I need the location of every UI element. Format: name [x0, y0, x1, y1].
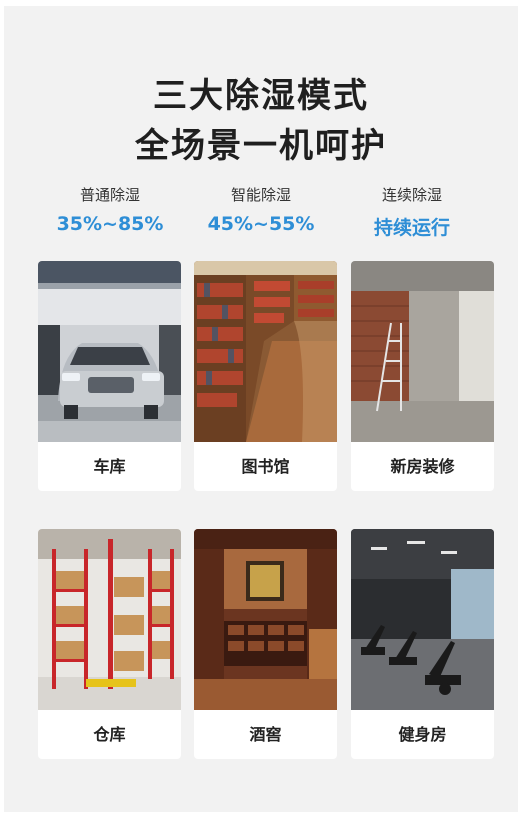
mode-value: 45%~55% — [207, 213, 315, 235]
mode-label: 普通除湿 — [79, 186, 140, 204]
mode-value: 35%~85% — [56, 213, 164, 235]
promo-panel: 三大除湿模式 全场景一机呵护 普通除湿 35%~85% 智能除湿 45%~55%… — [4, 6, 518, 812]
gym-image — [351, 529, 494, 710]
scene-caption: 图书馆 — [241, 457, 290, 476]
scene-card-library: 图书馆 — [194, 261, 337, 491]
library-image — [194, 261, 337, 442]
mode-value: 持续运行 — [373, 217, 450, 239]
scene-caption: 仓库 — [93, 725, 126, 744]
scene-card-wine-cellar: 酒窖 — [194, 529, 337, 759]
scene-card-gym: 健身房 — [351, 529, 494, 759]
scene-card-warehouse: 仓库 — [38, 529, 181, 759]
garage-image — [38, 261, 181, 442]
scene-caption: 车库 — [93, 457, 126, 476]
headline-line-1: 三大除湿模式 — [153, 76, 369, 116]
headline-line-2: 全场景一机呵护 — [135, 126, 387, 166]
scene-caption: 酒窖 — [249, 725, 282, 744]
mode-label: 智能除湿 — [230, 186, 291, 204]
warehouse-image — [38, 529, 181, 710]
mode-smart: 智能除湿 45%~55% — [186, 184, 336, 235]
scene-caption: 新房装修 — [390, 457, 455, 476]
wine-cellar-image — [194, 529, 337, 710]
scene-card-renovation: 新房装修 — [351, 261, 494, 491]
mode-continuous: 连续除湿 持续运行 — [337, 184, 487, 240]
mode-normal: 普通除湿 35%~85% — [35, 184, 185, 235]
scene-card-garage: 车库 — [38, 261, 181, 491]
mode-label: 连续除湿 — [381, 186, 442, 204]
renovation-image — [351, 261, 494, 442]
scene-caption: 健身房 — [398, 725, 447, 744]
